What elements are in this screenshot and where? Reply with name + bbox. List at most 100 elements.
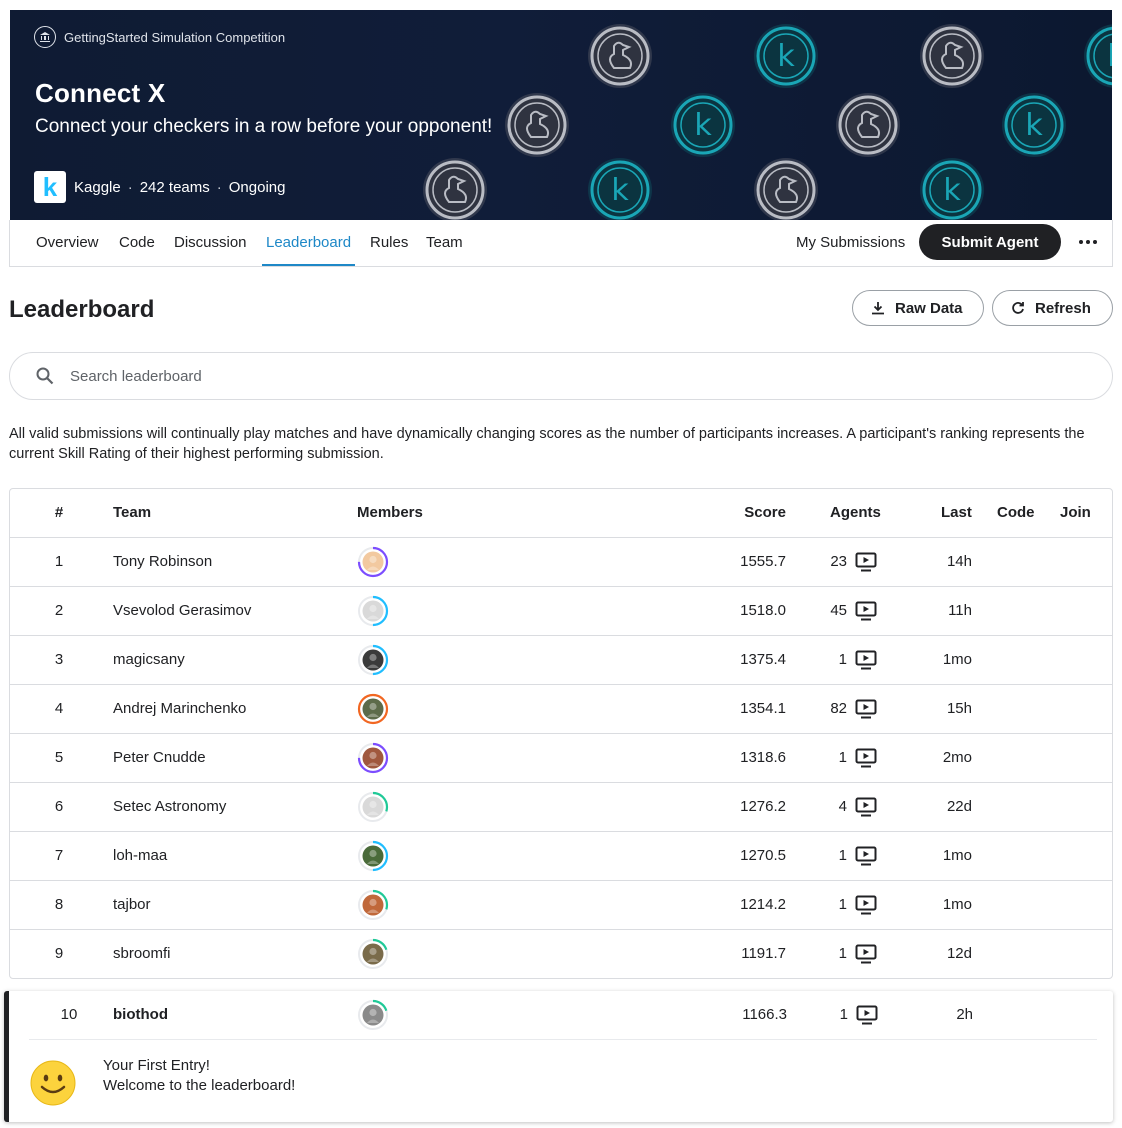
table-row[interactable]: 8 tajbor 1214.2 1 1mo (10, 881, 1112, 930)
row-team-name[interactable]: tajbor (113, 881, 151, 929)
row-team-name[interactable]: Tony Robinson (113, 538, 212, 586)
leaderboard-search[interactable] (9, 352, 1113, 400)
table-row[interactable]: 2 Vsevolod Gerasimov 1518.0 45 11h (10, 587, 1112, 636)
page-title: Leaderboard (9, 296, 155, 323)
watch-episodes-icon[interactable] (855, 552, 877, 572)
table-row[interactable]: 9 sbroomfi 1191.7 1 12d (10, 930, 1112, 978)
competition-type-label: GettingStarted Simulation Competition (64, 29, 286, 45)
kaggle-coin-icon: k (671, 93, 735, 157)
row-team-name[interactable]: sbroomfi (113, 930, 171, 978)
watch-episodes-icon[interactable] (855, 748, 877, 768)
leaderboard-table: # Team Members Score Agents Last Code Jo… (9, 488, 1113, 979)
goose-coin-icon (588, 24, 652, 88)
tab-rules[interactable]: Rules (370, 220, 408, 266)
row-team-name[interactable]: magicsany (113, 636, 185, 684)
watch-episodes-icon[interactable] (856, 1005, 878, 1025)
watch-episodes-icon[interactable] (855, 846, 877, 866)
separator-dot: · (127, 178, 133, 196)
tab-overview[interactable]: Overview (36, 220, 99, 266)
row-agents: 45 (830, 602, 847, 619)
row-score: 1214.2 (740, 896, 786, 913)
column-rank[interactable]: # (40, 489, 78, 537)
member-avatar[interactable] (357, 742, 389, 774)
row-team-name[interactable]: Andrej Marinchenko (113, 685, 246, 733)
raw-data-button[interactable]: Raw Data (852, 290, 984, 326)
table-row[interactable]: 6 Setec Astronomy 1276.2 4 22d (10, 783, 1112, 832)
my-entry-card: 10 biothod 1166.3 1 2h Your First Entry!… (4, 991, 1113, 1122)
search-input[interactable] (70, 367, 970, 385)
member-avatar[interactable] (357, 791, 389, 823)
refresh-icon (1012, 302, 1024, 314)
row-rank: 2 (54, 602, 64, 619)
row-score: 1518.0 (740, 602, 786, 619)
kaggle-coin-icon: k (1002, 93, 1066, 157)
row-score: 1166.3 (742, 1006, 787, 1023)
row-agents: 1 (838, 651, 847, 668)
row-rank: 8 (54, 896, 64, 913)
tab-team[interactable]: Team (426, 220, 463, 266)
column-agents: Agents (830, 504, 881, 521)
my-submissions-link[interactable]: My Submissions (796, 220, 905, 266)
competition-type: GettingStarted Simulation Competition (34, 26, 285, 48)
row-team-name[interactable]: biothod (113, 991, 168, 1039)
row-team-name[interactable]: Setec Astronomy (113, 783, 226, 831)
table-row[interactable]: 5 Peter Cnudde 1318.6 1 2mo (10, 734, 1112, 783)
kaggle-coin-icon: k (920, 158, 984, 220)
row-last: 1mo (942, 847, 972, 864)
refresh-button[interactable]: Refresh (992, 290, 1113, 326)
row-score: 1555.7 (740, 553, 786, 570)
column-last[interactable]: Last (941, 489, 972, 537)
member-avatar[interactable] (357, 889, 389, 921)
watch-episodes-icon[interactable] (855, 650, 877, 670)
member-avatar[interactable] (357, 999, 389, 1031)
member-avatar[interactable] (357, 644, 389, 676)
member-avatar[interactable] (357, 693, 389, 725)
row-score: 1375.4 (740, 651, 786, 668)
tab-discussion[interactable]: Discussion (174, 220, 247, 266)
watch-episodes-icon[interactable] (855, 944, 877, 964)
watch-episodes-icon[interactable] (855, 797, 877, 817)
member-avatar[interactable] (357, 938, 389, 970)
svg-text:k: k (1025, 108, 1043, 143)
goose-coin-icon (754, 158, 818, 220)
row-agents: 4 (838, 798, 847, 815)
member-avatar[interactable] (357, 840, 389, 872)
table-row[interactable]: 1 Tony Robinson 1555.7 23 14h (10, 538, 1112, 587)
column-code: Code (997, 504, 1035, 521)
column-score[interactable]: Score (744, 489, 786, 537)
watch-episodes-icon[interactable] (855, 699, 877, 719)
tab-code[interactable]: Code (119, 220, 155, 266)
row-team-name[interactable]: Vsevolod Gerasimov (113, 587, 251, 635)
table-row[interactable]: 7 loh-maa 1270.5 1 1mo (10, 832, 1112, 881)
table-row[interactable]: 4 Andrej Marinchenko 1354.1 82 15h (10, 685, 1112, 734)
svg-text:k: k (1107, 39, 1112, 74)
column-team[interactable]: Team (113, 489, 151, 537)
goose-coin-icon (920, 24, 984, 88)
member-avatar[interactable] (357, 546, 389, 578)
kaggle-logo-icon[interactable]: k (34, 171, 66, 203)
table-header: # Team Members Score Agents Last Code Jo… (10, 489, 1112, 538)
member-avatar[interactable] (357, 595, 389, 627)
watch-episodes-icon[interactable] (855, 601, 877, 621)
row-agents: 1 (838, 945, 847, 962)
row-last: 2h (956, 1006, 973, 1023)
row-agents: 1 (838, 749, 847, 766)
row-score: 1318.6 (740, 749, 786, 766)
host-name[interactable]: Kaggle (74, 179, 121, 196)
my-table-row[interactable]: 10 biothod 1166.3 1 2h (9, 991, 1113, 1039)
more-options-icon[interactable] (1076, 232, 1100, 252)
competition-header: k k k k k k GettingStarted Simulation Competi… (10, 10, 1112, 220)
search-icon (36, 367, 54, 385)
row-last: 11h (948, 602, 972, 619)
row-team-name[interactable]: Peter Cnudde (113, 734, 206, 782)
tab-leaderboard[interactable]: Leaderboard (261, 220, 356, 266)
row-rank: 5 (54, 749, 64, 766)
row-last: 2mo (942, 749, 972, 766)
row-last: 1mo (942, 651, 972, 668)
row-last: 1mo (942, 896, 972, 913)
row-team-name[interactable]: loh-maa (113, 832, 167, 880)
smiley-icon (30, 1060, 76, 1106)
table-row[interactable]: 3 magicsany 1375.4 1 1mo (10, 636, 1112, 685)
submit-agent-button[interactable]: Submit Agent (919, 224, 1061, 260)
watch-episodes-icon[interactable] (855, 895, 877, 915)
